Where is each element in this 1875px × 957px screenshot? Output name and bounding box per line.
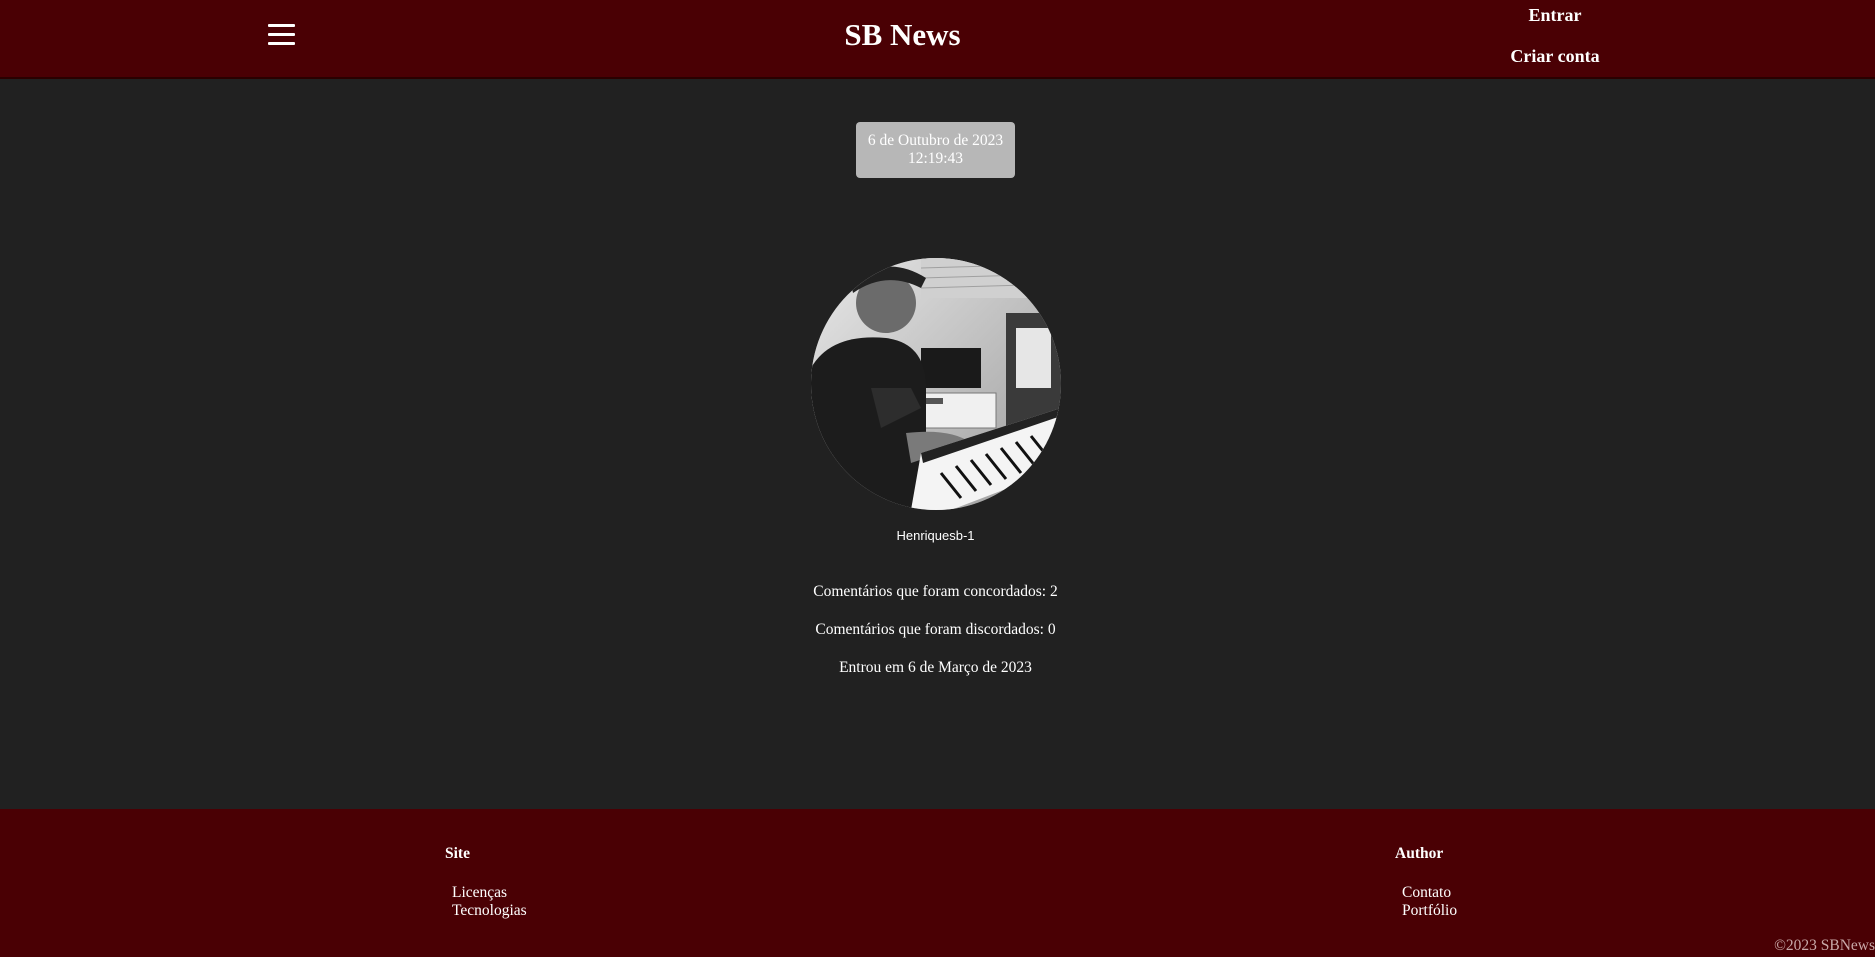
footer-author-heading: Author xyxy=(1395,845,1444,862)
footer-link-tecnologias[interactable]: Tecnologias xyxy=(452,902,527,920)
joined-date: Entrou em 6 de Março de 2023 xyxy=(839,659,1032,676)
footer-author-column: Author Contato Portfólio xyxy=(1395,845,1457,920)
top-navbar: SB News Entrar Criar conta xyxy=(0,0,1875,79)
avatar-photo xyxy=(811,258,1061,510)
signup-link[interactable]: Criar conta xyxy=(1480,46,1630,66)
footer-site-column: Site Licenças Tecnologias xyxy=(445,845,527,920)
avatar xyxy=(811,258,1061,510)
disagreed-comments-count: Comentários que foram discordados: 0 xyxy=(815,621,1056,638)
profile-username: Henriquesb-1 xyxy=(896,528,975,543)
login-link[interactable]: Entrar xyxy=(1480,5,1630,25)
auth-links: Entrar Criar conta xyxy=(1480,5,1630,66)
footer-link-licencas[interactable]: Licenças xyxy=(452,884,527,902)
footer-site-heading: Site xyxy=(445,845,470,862)
clock-date: 6 de Outubro de 2023 xyxy=(867,132,1004,149)
clock-time: 12:19:43 xyxy=(907,150,964,167)
clock-box: 6 de Outubro de 2023 12:19:43 xyxy=(856,122,1015,178)
footer-link-contato[interactable]: Contato xyxy=(1402,884,1457,902)
agreed-comments-count: Comentários que foram concordados: 2 xyxy=(813,583,1058,600)
footer-link-portfolio[interactable]: Portfólio xyxy=(1402,902,1457,920)
copyright: ©2023 SBNews xyxy=(1774,937,1875,954)
footer xyxy=(0,809,1875,957)
